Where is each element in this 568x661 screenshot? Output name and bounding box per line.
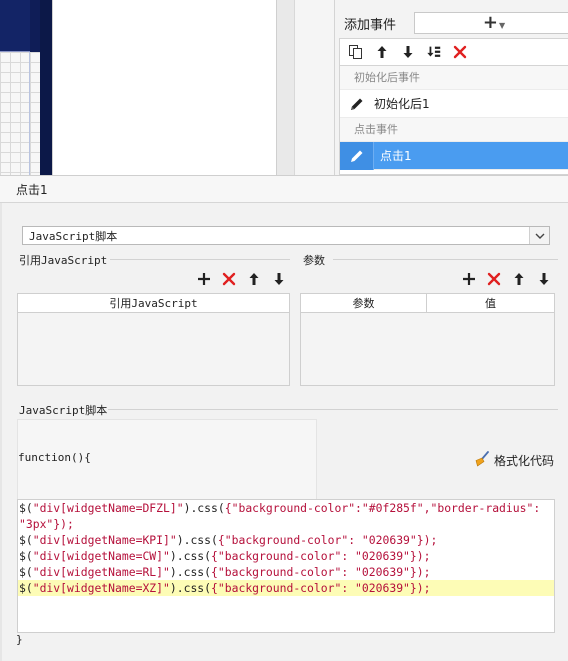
code-editor[interactable]: $("div[widgetName=DFZL]").css({"backgrou…: [17, 499, 555, 633]
designer-canvas[interactable]: [52, 0, 277, 175]
code-line: $("div[widgetName=KPI]").css({"backgroun…: [19, 533, 438, 547]
section-divider: [108, 409, 558, 410]
ref-js-section-title: 引用JavaScript: [19, 254, 108, 267]
table-header: 参数 值: [301, 294, 554, 313]
code-css-arg: {"background-color": "020639"}: [211, 549, 417, 563]
format-code-button[interactable]: 格式化代码: [474, 451, 554, 470]
arrow-down-icon[interactable]: [400, 44, 416, 60]
arrow-up-icon[interactable]: [511, 271, 527, 287]
code-css-arg: {"background-color": "020639"}: [211, 581, 417, 595]
delete-icon[interactable]: [486, 271, 502, 287]
table-header: 引用JavaScript: [18, 294, 289, 313]
code-tail: );: [416, 549, 431, 563]
chevron-down-icon[interactable]: [529, 227, 549, 244]
add-event-button[interactable]: + ▼: [414, 12, 568, 34]
event-group-click: 点击事件: [340, 118, 568, 142]
event-list: 初始化后事件 初始化后1 点击事件 点击1: [339, 66, 568, 175]
event-item-init[interactable]: 初始化后1: [340, 90, 568, 118]
dialog-titlebar: 点击1: [0, 176, 568, 203]
add-icon[interactable]: [461, 271, 477, 287]
code-css-arg: "3px"});: [19, 517, 74, 531]
code-tail: );: [423, 533, 438, 547]
event-group-init: 初始化后事件: [340, 66, 568, 90]
column-header[interactable]: 引用JavaScript: [18, 294, 289, 312]
pencil-icon: [340, 90, 374, 118]
section-divider: [110, 259, 290, 260]
arrow-down-icon[interactable]: [271, 271, 287, 287]
move-bottom-icon[interactable]: [426, 44, 442, 60]
event-toolbar: [339, 38, 568, 66]
code-css-arg: {"background-color": "020639"}: [217, 533, 424, 547]
broom-icon: [474, 451, 490, 470]
params-table[interactable]: 参数 值: [300, 293, 555, 386]
code-css-arg: {"background-color": "020639"}: [211, 565, 417, 579]
code-line: $("div[widgetName=RL]").css({"background…: [19, 565, 431, 579]
script-section-title: JavaScript脚本: [19, 404, 108, 417]
function-open-text: function(){: [18, 451, 91, 464]
dropdown-caret-icon: ▼: [498, 20, 506, 30]
dialog-edge: [0, 203, 2, 661]
plus-icon: +: [482, 12, 498, 33]
code-selector: "div[widgetName=KPI]": [32, 533, 177, 547]
event-panel: 添加事件 + ▼ 初始化后事件 初始化后1 点击事件 点击1: [334, 0, 568, 175]
code-css-arg: {"background-color":"#0f285f","border-ra…: [224, 501, 541, 515]
code-line: "3px"});: [18, 516, 554, 532]
params-section-title: 参数: [303, 254, 325, 267]
code-selector: "div[widgetName=XZ]": [32, 581, 170, 595]
event-item-click[interactable]: 点击1: [340, 141, 568, 170]
add-icon[interactable]: [196, 271, 212, 287]
arrow-down-icon[interactable]: [536, 271, 552, 287]
copy-icon[interactable]: [348, 44, 364, 60]
code-selector: "div[widgetName=CW]": [32, 549, 170, 563]
pencil-icon: [340, 141, 374, 170]
script-type-select[interactable]: JavaScript脚本: [22, 226, 550, 245]
layout-grid-widget: [0, 52, 30, 175]
code-tail: );: [416, 581, 431, 595]
event-item-label: 点击1: [380, 148, 412, 163]
code-line: $("div[widgetName=CW]").css({"background…: [19, 549, 431, 563]
column-header-param[interactable]: 参数: [301, 294, 427, 312]
code-tail: );: [416, 565, 431, 579]
dashboard-preview-header: [0, 0, 30, 52]
ref-js-table[interactable]: 引用JavaScript: [17, 293, 290, 386]
event-dialog: 点击1 JavaScript脚本 引用JavaScript 引用JavaScri…: [0, 175, 568, 661]
arrow-up-icon[interactable]: [374, 44, 390, 60]
delete-icon[interactable]: [221, 271, 237, 287]
code-selector: "div[widgetName=RL]": [32, 565, 170, 579]
property-panel-edge: [294, 0, 334, 175]
arrow-up-icon[interactable]: [246, 271, 262, 287]
function-close-text: }: [16, 633, 23, 646]
add-event-label: 添加事件: [344, 18, 397, 33]
code-line: $("div[widgetName=DFZL]").css({"backgrou…: [19, 501, 541, 515]
dialog-title: 点击1: [16, 183, 48, 197]
panel-gap: [277, 0, 294, 175]
ref-js-toolbar: [196, 271, 287, 287]
code-line-current: $("div[widgetName=XZ]").css({"background…: [18, 580, 554, 596]
section-divider: [333, 259, 558, 260]
code-selector: "div[widgetName=DFZL]": [32, 501, 184, 515]
delete-icon[interactable]: [452, 44, 468, 60]
column-header-value[interactable]: 值: [427, 294, 554, 312]
params-toolbar: [461, 271, 552, 287]
script-type-value: JavaScript脚本: [29, 229, 118, 243]
format-code-label: 格式化代码: [494, 454, 555, 468]
dashboard-preview-strip: [40, 0, 52, 175]
event-item-label: 初始化后1: [374, 96, 430, 111]
